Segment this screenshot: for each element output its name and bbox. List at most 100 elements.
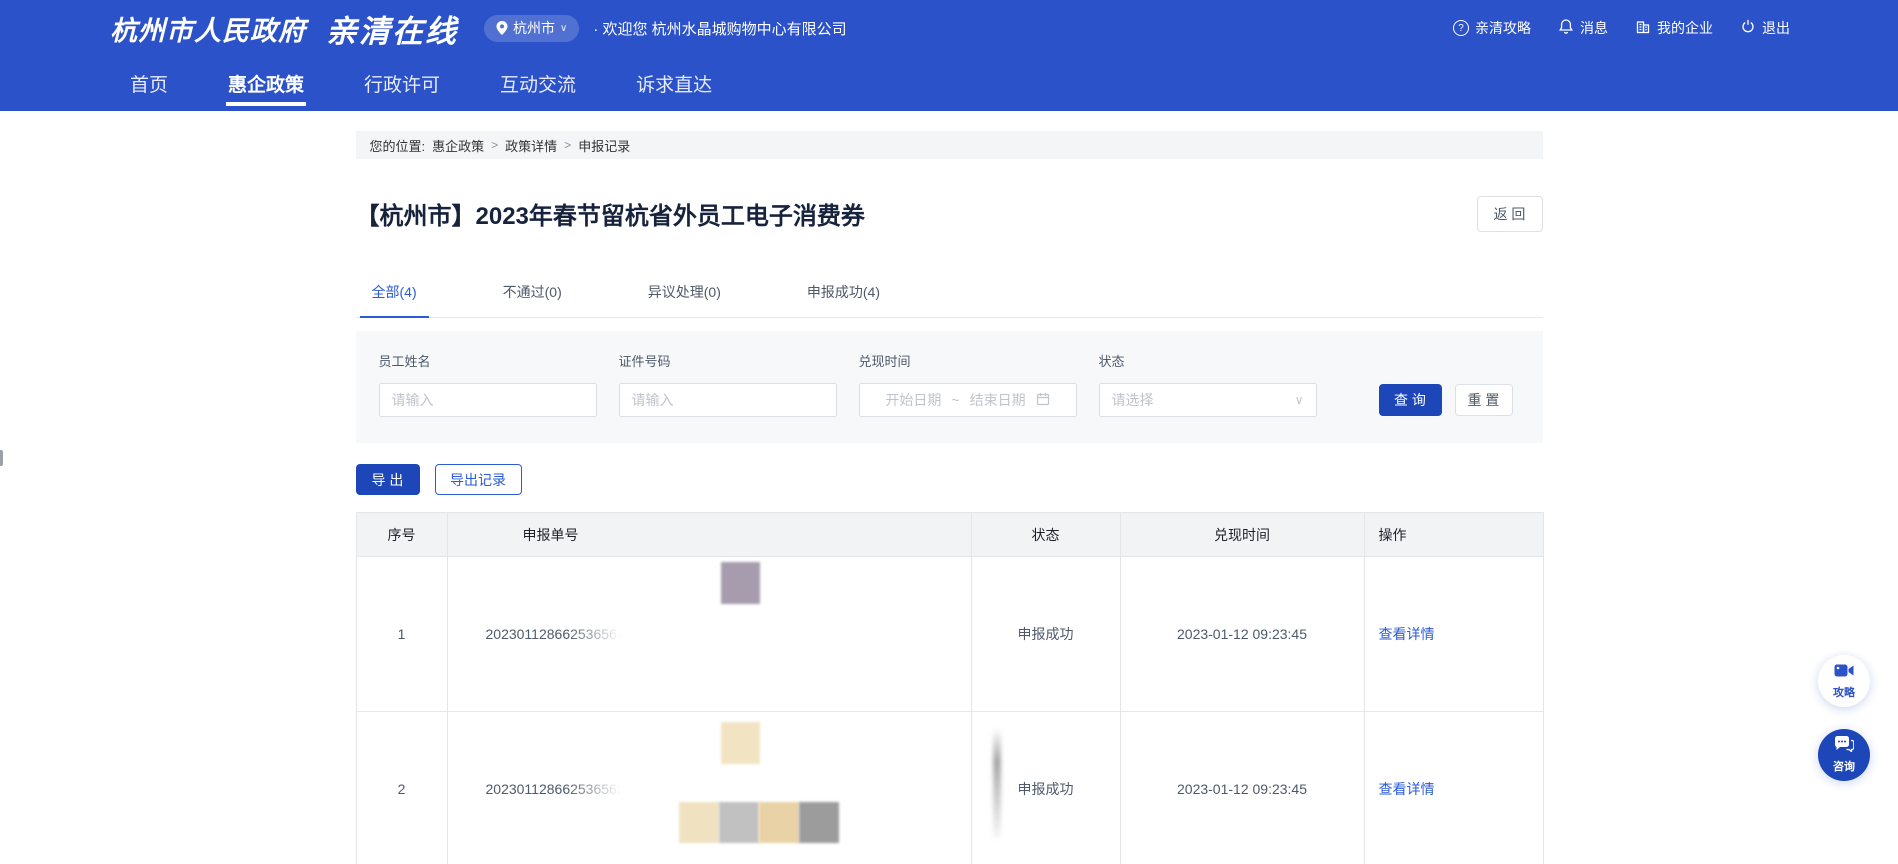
id-number-input[interactable] xyxy=(619,383,837,417)
breadcrumb-separator: > xyxy=(564,138,571,152)
redaction-block xyxy=(799,802,839,843)
table-row: 1 2023011286625365677 申报成功 2023-01-12 09… xyxy=(356,557,1543,712)
records-table: 序号 申报单号 状态 兑现时间 操作 1 2023011286625365677… xyxy=(356,512,1544,864)
status-select-placeholder: 请选择 xyxy=(1112,390,1154,410)
nav-item-interaction[interactable]: 互动交流 xyxy=(500,56,576,111)
id-number-label: 证件号码 xyxy=(619,351,837,370)
date-range-separator: ~ xyxy=(951,392,959,408)
location-selector[interactable]: 杭州市 ∨ xyxy=(484,15,579,42)
tab-rejected[interactable]: 不通过(0) xyxy=(491,282,574,317)
order-no-text: 2023011286625365633 xyxy=(486,781,633,797)
guide-float-button[interactable]: 攻略 xyxy=(1818,655,1870,707)
nav-item-appeal[interactable]: 诉求直达 xyxy=(636,56,712,111)
filter-panel: 员工姓名 证件号码 兑现时间 开始日期 ~ 结束日期 状态 请选择 ∨ xyxy=(356,331,1543,443)
logout-link[interactable]: 退出 xyxy=(1740,18,1790,38)
gov-logo: 杭州市人民政府 xyxy=(110,9,306,48)
tab-success[interactable]: 申报成功(4) xyxy=(795,282,892,317)
page-title: 【杭州市】2023年春节留杭省外员工电子消费券 xyxy=(356,196,865,231)
status-select[interactable]: 请选择 ∨ xyxy=(1099,383,1317,417)
chevron-down-icon: ∨ xyxy=(560,23,567,34)
chevron-down-icon: ∨ xyxy=(1295,393,1304,407)
site-header: 杭州市人民政府 亲清在线 杭州市 ∨ · 欢迎您 杭州水晶城购物中心有限公司 ?… xyxy=(0,0,1898,111)
calendar-icon xyxy=(1036,392,1050,409)
header-top-bar: 杭州市人民政府 亲清在线 杭州市 ∨ · 欢迎您 杭州水晶城购物中心有限公司 ?… xyxy=(0,0,1898,56)
cell-status: 申报成功 xyxy=(971,557,1120,712)
breadcrumb-prefix: 您的位置: xyxy=(370,136,426,155)
status-field: 状态 请选择 ∨ xyxy=(1099,351,1317,417)
export-button[interactable]: 导 出 xyxy=(356,464,420,495)
col-header-status: 状态 xyxy=(971,513,1120,557)
nav-item-home[interactable]: 首页 xyxy=(130,56,168,111)
date-range-picker[interactable]: 开始日期 ~ 结束日期 xyxy=(859,383,1077,417)
building-icon xyxy=(1635,18,1651,38)
order-no-text: 2023011286625365677 xyxy=(486,626,633,642)
employee-name-input[interactable] xyxy=(379,383,597,417)
welcome-text: · 欢迎您 杭州水晶城购物中心有限公司 xyxy=(593,18,846,39)
nav-item-admin-permit[interactable]: 行政许可 xyxy=(364,56,440,111)
export-records-button[interactable]: 导出记录 xyxy=(435,464,522,495)
cell-order-no: 2023011286625365677 xyxy=(447,557,971,712)
bell-icon xyxy=(1558,18,1574,38)
export-toolbar: 导 出 导出记录 xyxy=(356,464,1543,495)
filter-actions: 查 询 重 置 xyxy=(1379,351,1513,417)
tab-objection[interactable]: 异议处理(0) xyxy=(636,282,733,317)
guide-link-label: 亲清攻略 xyxy=(1475,18,1531,38)
breadcrumb-item-policy-detail[interactable]: 政策详情 xyxy=(505,136,557,155)
logout-link-label: 退出 xyxy=(1762,18,1790,38)
my-company-link-label: 我的企业 xyxy=(1657,18,1713,38)
redeem-time-label: 兑现时间 xyxy=(859,351,1077,370)
view-detail-link[interactable]: 查看详情 xyxy=(1379,626,1435,642)
col-header-seq: 序号 xyxy=(356,513,447,557)
consult-float-label: 咨询 xyxy=(1833,758,1855,774)
guide-link[interactable]: ? 亲清攻略 xyxy=(1453,18,1531,38)
location-pin-icon xyxy=(496,21,508,35)
breadcrumb-separator: > xyxy=(491,138,498,152)
messages-link[interactable]: 消息 xyxy=(1558,18,1608,38)
consult-float-button[interactable]: 咨询 xyxy=(1818,729,1870,781)
guide-float-label: 攻略 xyxy=(1833,684,1855,700)
employee-name-label: 员工姓名 xyxy=(379,351,597,370)
employee-name-field: 员工姓名 xyxy=(379,351,597,417)
main-nav: 首页 惠企政策 行政许可 互动交流 诉求直达 xyxy=(0,56,1898,111)
col-header-action: 操作 xyxy=(1364,513,1543,557)
tab-all[interactable]: 全部(4) xyxy=(360,282,429,317)
cell-seq: 1 xyxy=(356,557,447,712)
nav-item-enterprise-policy[interactable]: 惠企政策 xyxy=(228,56,304,111)
content-container: 您的位置: 惠企政策 > 政策详情 > 申报记录 【杭州市】2023年春节留杭省… xyxy=(356,131,1543,864)
breadcrumb: 您的位置: 惠企政策 > 政策详情 > 申报记录 xyxy=(356,131,1543,159)
edge-artifact xyxy=(0,450,3,466)
redaction-block xyxy=(719,802,759,843)
breadcrumb-item-policy[interactable]: 惠企政策 xyxy=(432,136,484,155)
back-button[interactable]: 返 回 xyxy=(1477,196,1543,232)
brand-logo: 亲清在线 xyxy=(326,6,458,51)
search-button[interactable]: 查 询 xyxy=(1379,384,1442,416)
video-camera-icon xyxy=(1834,663,1854,683)
header-links: ? 亲清攻略 消息 我的企业 退出 xyxy=(1453,18,1790,38)
my-company-link[interactable]: 我的企业 xyxy=(1635,18,1713,38)
redaction-block xyxy=(679,802,719,843)
chat-icon xyxy=(1834,736,1854,757)
redaction-block xyxy=(721,722,760,764)
power-icon xyxy=(1740,18,1756,38)
id-number-field: 证件号码 xyxy=(619,351,837,417)
records-table-area: 序号 申报单号 状态 兑现时间 操作 1 2023011286625365677… xyxy=(356,512,1543,864)
location-label: 杭州市 xyxy=(513,18,555,38)
status-label: 状态 xyxy=(1099,351,1317,370)
cell-redeem-time: 2023-01-12 09:23:45 xyxy=(1120,557,1364,712)
redaction-block xyxy=(721,562,760,604)
view-detail-link[interactable]: 查看详情 xyxy=(1379,781,1435,797)
cell-redeem-time: 2023-01-12 09:23:45 xyxy=(1120,712,1364,864)
redaction-smudge xyxy=(993,728,1001,838)
status-tabs: 全部(4) 不通过(0) 异议处理(0) 申报成功(4) xyxy=(356,282,1543,318)
redeem-time-field: 兑现时间 开始日期 ~ 结束日期 xyxy=(859,351,1077,417)
table-header-row: 序号 申报单号 状态 兑现时间 操作 xyxy=(356,513,1543,557)
messages-link-label: 消息 xyxy=(1580,18,1608,38)
col-header-order-no: 申报单号 xyxy=(447,513,971,557)
breadcrumb-item-current: 申报记录 xyxy=(578,136,630,155)
cell-seq: 2 xyxy=(356,712,447,864)
table-row: 2 2023011286625365633 申报成功 2023-01-12 09… xyxy=(356,712,1543,864)
redaction-block xyxy=(759,802,799,843)
question-circle-icon: ? xyxy=(1453,20,1469,36)
reset-button[interactable]: 重 置 xyxy=(1455,384,1513,416)
col-header-redeem-time: 兑现时间 xyxy=(1120,513,1364,557)
